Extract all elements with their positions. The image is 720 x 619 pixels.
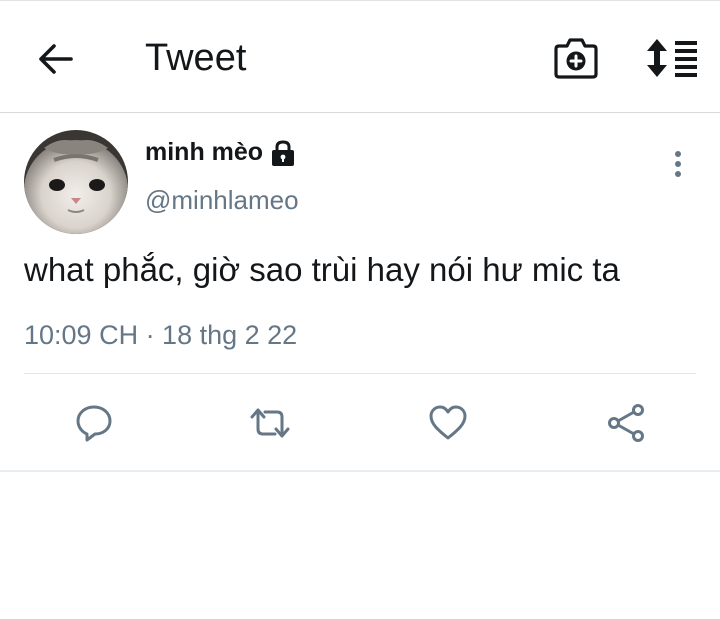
back-button[interactable] <box>34 39 78 79</box>
retweet-button[interactable] <box>248 401 292 445</box>
tweet-text: what phắc, giờ sao trùi hay nói hư mic t… <box>24 251 620 288</box>
app-bar: Tweet <box>0 0 720 113</box>
user-handle[interactable]: @minhlameo <box>145 185 299 216</box>
retweet-icon <box>250 408 290 438</box>
cat-avatar-image <box>24 130 128 234</box>
more-vertical-icon <box>675 151 681 177</box>
tweet-bottom-border <box>0 470 720 472</box>
heart-icon <box>429 405 467 440</box>
display-name[interactable]: minh mèo <box>145 138 263 167</box>
camera-plus-icon <box>554 38 598 79</box>
sort-list-icon <box>647 39 697 77</box>
tweet-timestamp: 10:09 CH · 18 thg 2 22 <box>24 320 298 350</box>
share-button[interactable] <box>604 401 648 445</box>
lock-icon <box>272 139 295 166</box>
divider <box>24 373 696 374</box>
share-icon <box>608 404 644 442</box>
reply-button[interactable] <box>72 401 116 445</box>
author-name-row: minh mèo <box>145 138 297 167</box>
avatar[interactable] <box>24 130 128 234</box>
arrow-left-icon <box>39 44 73 74</box>
sort-button[interactable] <box>645 37 699 79</box>
more-options-button[interactable] <box>664 149 692 179</box>
page-title: Tweet <box>145 37 247 79</box>
camera-button[interactable] <box>553 37 599 81</box>
like-button[interactable] <box>426 401 470 445</box>
reply-icon <box>76 405 112 442</box>
